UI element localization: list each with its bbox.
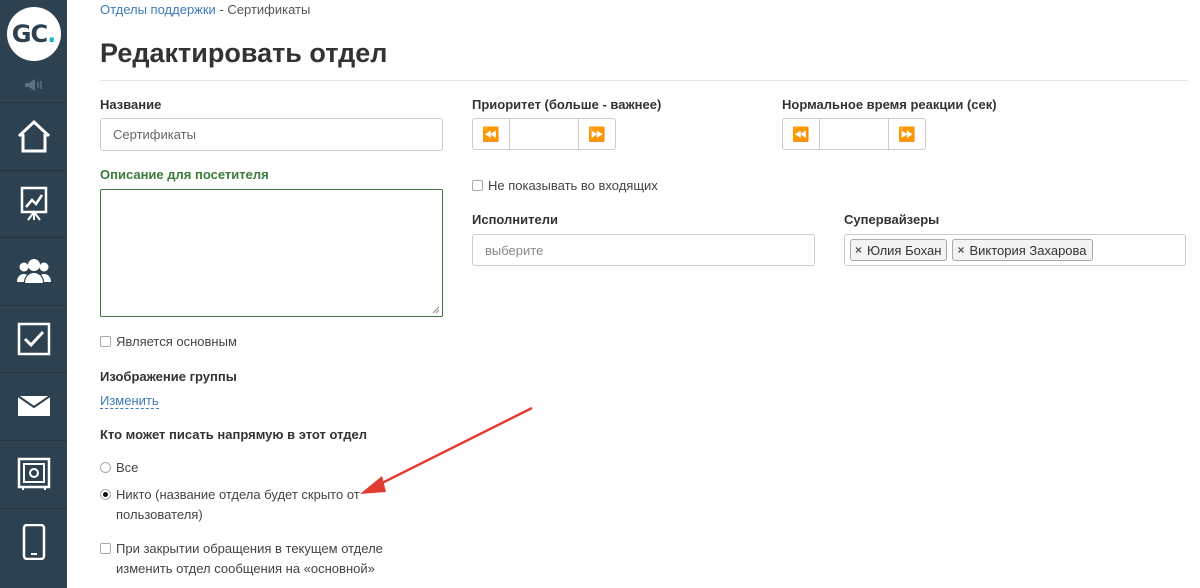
priority-increment-button[interactable]: ⏩: [578, 118, 616, 150]
reaction-time-label: Нормальное время реакции (сек): [782, 97, 997, 112]
supervisors-select[interactable]: × Юлия Бохан × Виктория Захарова: [844, 234, 1186, 266]
is-main-option[interactable]: Является основным: [100, 332, 237, 352]
breadcrumb: Отделы поддержки - Сертификаты: [100, 2, 310, 17]
safe-icon: [17, 457, 50, 490]
description-label: Описание для посетителя: [100, 167, 269, 182]
chart-icon: [20, 186, 47, 221]
priority-stepper: ⏪ ⏩: [472, 118, 616, 150]
close-change-label: При закрытии обращения в текущем отделе …: [116, 539, 383, 579]
sidebar-item-mail[interactable]: [0, 372, 67, 439]
hide-incoming-option[interactable]: Не показывать во входящих: [472, 176, 658, 196]
logo-letter-c: C: [30, 20, 48, 48]
fast-forward-icon: ⏩: [898, 125, 916, 142]
supervisor-tag: × Виктория Захарова: [952, 239, 1093, 261]
sidebar-item-mobile[interactable]: [0, 508, 67, 575]
option-nobody-line2: пользователя): [116, 507, 203, 522]
annotation-arrow-icon: [360, 406, 533, 494]
option-nobody-line1: Никто (название отдела будет скрыто от: [116, 487, 360, 502]
option-all[interactable]: Все: [100, 458, 138, 478]
sidebar-item-home[interactable]: [0, 102, 67, 169]
option-all-label: Все: [116, 460, 139, 475]
logo-mark: GC.: [6, 7, 61, 61]
priority-label: Приоритет (больше - важнее): [472, 97, 662, 112]
users-icon: [16, 259, 51, 283]
option-all-radio[interactable]: [100, 462, 111, 473]
sidebar-item-safe[interactable]: [0, 440, 67, 507]
who-can-write-label: Кто может писать напрямую в этот отдел: [100, 427, 368, 442]
home-icon: [17, 119, 50, 153]
breadcrumb-parent-link[interactable]: Отделы поддержки: [100, 2, 216, 17]
rewind-icon: ⏪: [482, 125, 500, 142]
logo[interactable]: GC.: [0, 0, 67, 68]
reaction-time-stepper: ⏪ ⏩: [782, 118, 926, 150]
breadcrumb-separator: -: [215, 2, 228, 17]
name-input[interactable]: Сертификаты: [100, 118, 443, 151]
supervisor-tag: × Юлия Бохан: [850, 239, 948, 261]
sidebar-item-tasks[interactable]: [0, 305, 67, 372]
mobile-icon: [22, 524, 45, 560]
page-title: Редактировать отдел: [100, 38, 388, 68]
supervisors-label: Супервайзеры: [844, 212, 940, 227]
logo-dot: .: [47, 20, 56, 48]
change-image-link[interactable]: Изменить: [100, 393, 159, 409]
reaction-decrement-button[interactable]: ⏪: [782, 118, 820, 150]
close-change-option[interactable]: При закрытии обращения в текущем отделе …: [100, 539, 383, 579]
reaction-increment-button[interactable]: ⏩: [888, 118, 926, 150]
is-main-checkbox[interactable]: [100, 336, 111, 347]
sidebar: GC.: [0, 0, 67, 588]
hide-incoming-label: Не показывать во входящих: [488, 178, 658, 193]
executors-select[interactable]: выберите: [472, 234, 815, 266]
reaction-value-input[interactable]: [820, 118, 888, 150]
rewind-icon: ⏪: [792, 125, 810, 142]
supervisor-name: Юлия Бохан: [867, 242, 942, 258]
sidebar-item-users[interactable]: [0, 237, 67, 304]
priority-decrement-button[interactable]: ⏪: [472, 118, 510, 150]
mail-icon: [16, 395, 51, 416]
close-change-line1: При закрытии обращения в текущем отделе: [116, 541, 383, 556]
breadcrumb-current: Сертификаты: [227, 2, 311, 17]
name-input-value: Сертификаты: [113, 127, 196, 142]
is-main-label: Является основным: [116, 334, 237, 349]
name-label: Название: [100, 97, 162, 112]
executors-label: Исполнители: [472, 212, 558, 227]
option-nobody-label: Никто (название отдела будет скрыто от п…: [116, 485, 360, 525]
option-nobody-radio[interactable]: [100, 489, 111, 500]
remove-tag-icon[interactable]: ×: [855, 243, 862, 257]
hide-incoming-checkbox[interactable]: [472, 180, 483, 191]
group-image-label: Изображение группы: [100, 369, 237, 384]
speaker-icon[interactable]: [0, 68, 67, 102]
supervisor-name: Виктория Захарова: [969, 242, 1087, 258]
close-change-checkbox[interactable]: [100, 543, 111, 554]
logo-letter-g: G: [11, 20, 32, 48]
description-textarea[interactable]: [100, 189, 443, 317]
close-change-line2: изменить отдел сообщения на «основной»: [116, 561, 375, 576]
sidebar-item-reports[interactable]: [0, 170, 67, 237]
title-divider: [100, 80, 1188, 81]
priority-value-input[interactable]: [510, 118, 578, 150]
resize-grip-icon[interactable]: [432, 306, 440, 314]
option-nobody[interactable]: Никто (название отдела будет скрыто от п…: [100, 485, 360, 525]
remove-tag-icon[interactable]: ×: [957, 243, 964, 257]
tasks-icon: [17, 322, 50, 356]
fast-forward-icon: ⏩: [588, 125, 606, 142]
executors-placeholder: выберите: [485, 242, 544, 258]
